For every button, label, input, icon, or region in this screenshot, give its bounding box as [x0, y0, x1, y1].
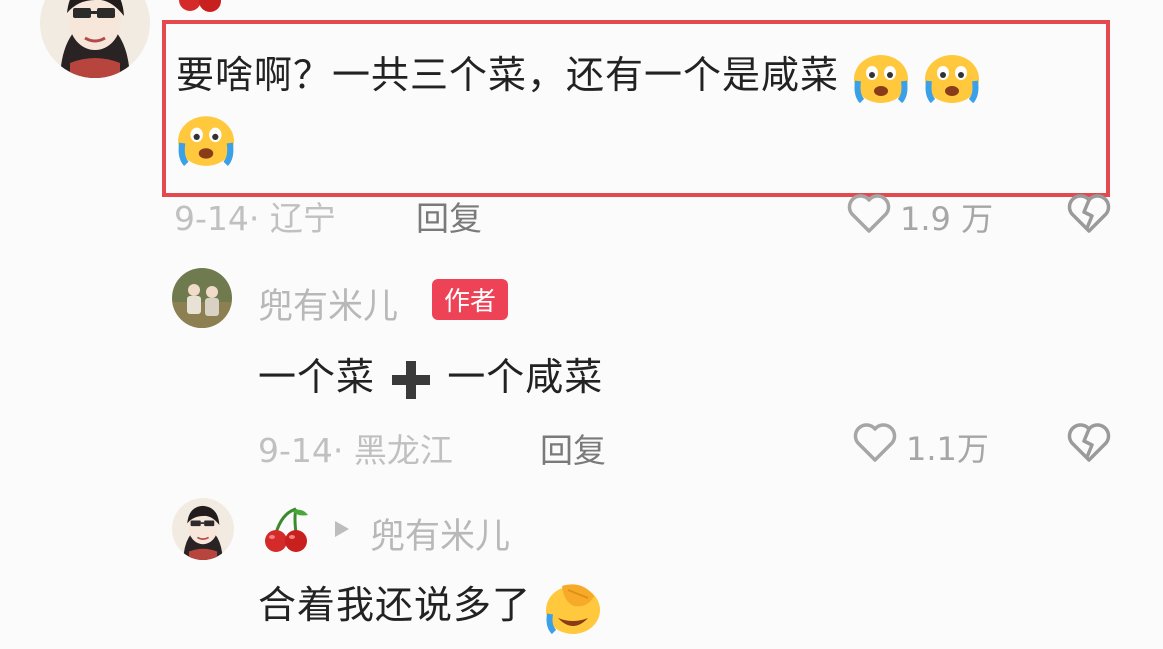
heart-outline-icon[interactable] — [846, 192, 892, 234]
avatar-commenter-reply[interactable] — [172, 498, 234, 560]
cherry-icon — [262, 505, 312, 559]
avatar-commenter[interactable] — [40, 0, 150, 78]
comment-main-date-location: 9-14· 辽宁 — [174, 199, 336, 238]
reply1-username[interactable]: 兜有米儿 — [258, 278, 398, 329]
crying-emoji-icon — [852, 51, 910, 105]
comment-main-text: 要啥啊？一共三个菜，还有一个是咸菜 — [176, 44, 981, 105]
face-palm-laughing-emoji-icon — [544, 580, 602, 636]
reply1-date-location: 9-14· 黑龙江 — [258, 431, 453, 470]
plus-icon — [388, 357, 434, 403]
crying-emoji-icon — [176, 112, 236, 172]
broken-heart-icon[interactable] — [1066, 192, 1112, 234]
broken-heart-icon[interactable] — [1066, 421, 1112, 463]
reply1-text-part1: 一个菜 — [258, 355, 376, 399]
reply2-text: 合着我还说多了 — [258, 574, 602, 636]
author-badge: 作者 — [432, 279, 509, 320]
heart-outline-icon[interactable] — [852, 421, 898, 463]
comment-main-like-count: 1.9 万 — [900, 200, 994, 238]
comment-main-reply-button[interactable]: 回复 — [416, 192, 482, 240]
crying-emoji-icon — [923, 51, 981, 105]
comment-main-text-content: 要啥啊？一共三个菜，还有一个是咸菜 — [176, 53, 840, 97]
reply1-reply-button[interactable]: 回复 — [540, 424, 606, 472]
reply2-reply-to-username[interactable]: 兜有米儿 — [370, 508, 510, 559]
reply1-like-count: 1.1万 — [906, 430, 989, 468]
play-triangle-icon — [332, 518, 352, 540]
cherry-icon — [178, 0, 224, 20]
reply2-text-content: 合着我还说多了 — [258, 583, 532, 627]
avatar-author[interactable] — [172, 268, 232, 328]
reply1-text: 一个菜 一个咸菜 — [258, 346, 603, 403]
reply1-text-part2: 一个咸菜 — [447, 355, 604, 399]
